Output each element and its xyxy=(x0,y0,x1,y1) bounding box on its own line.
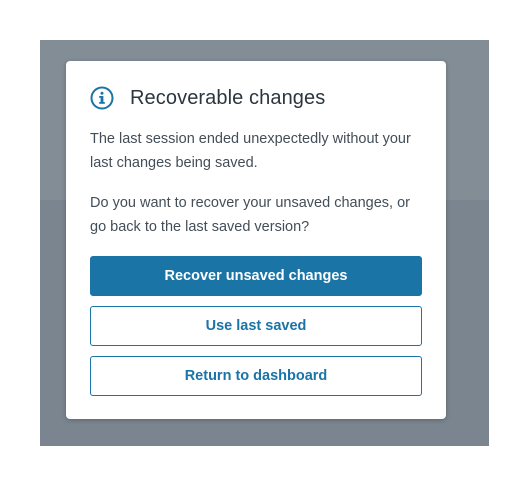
use-last-saved-button[interactable]: Use last saved xyxy=(90,306,422,346)
recover-unsaved-changes-button[interactable]: Recover unsaved changes xyxy=(90,256,422,296)
recoverable-changes-dialog: Recoverable changes The last session end… xyxy=(66,61,446,419)
dialog-message-session-ended: The last session ended unexpectedly with… xyxy=(90,131,411,171)
info-icon xyxy=(90,86,114,110)
return-to-dashboard-button[interactable]: Return to dashboard xyxy=(90,356,422,396)
dialog-header: Recoverable changes xyxy=(90,85,422,111)
dialog-title: Recoverable changes xyxy=(130,86,326,109)
dialog-message-recover-question: Do you want to recover your unsaved chan… xyxy=(90,195,410,235)
